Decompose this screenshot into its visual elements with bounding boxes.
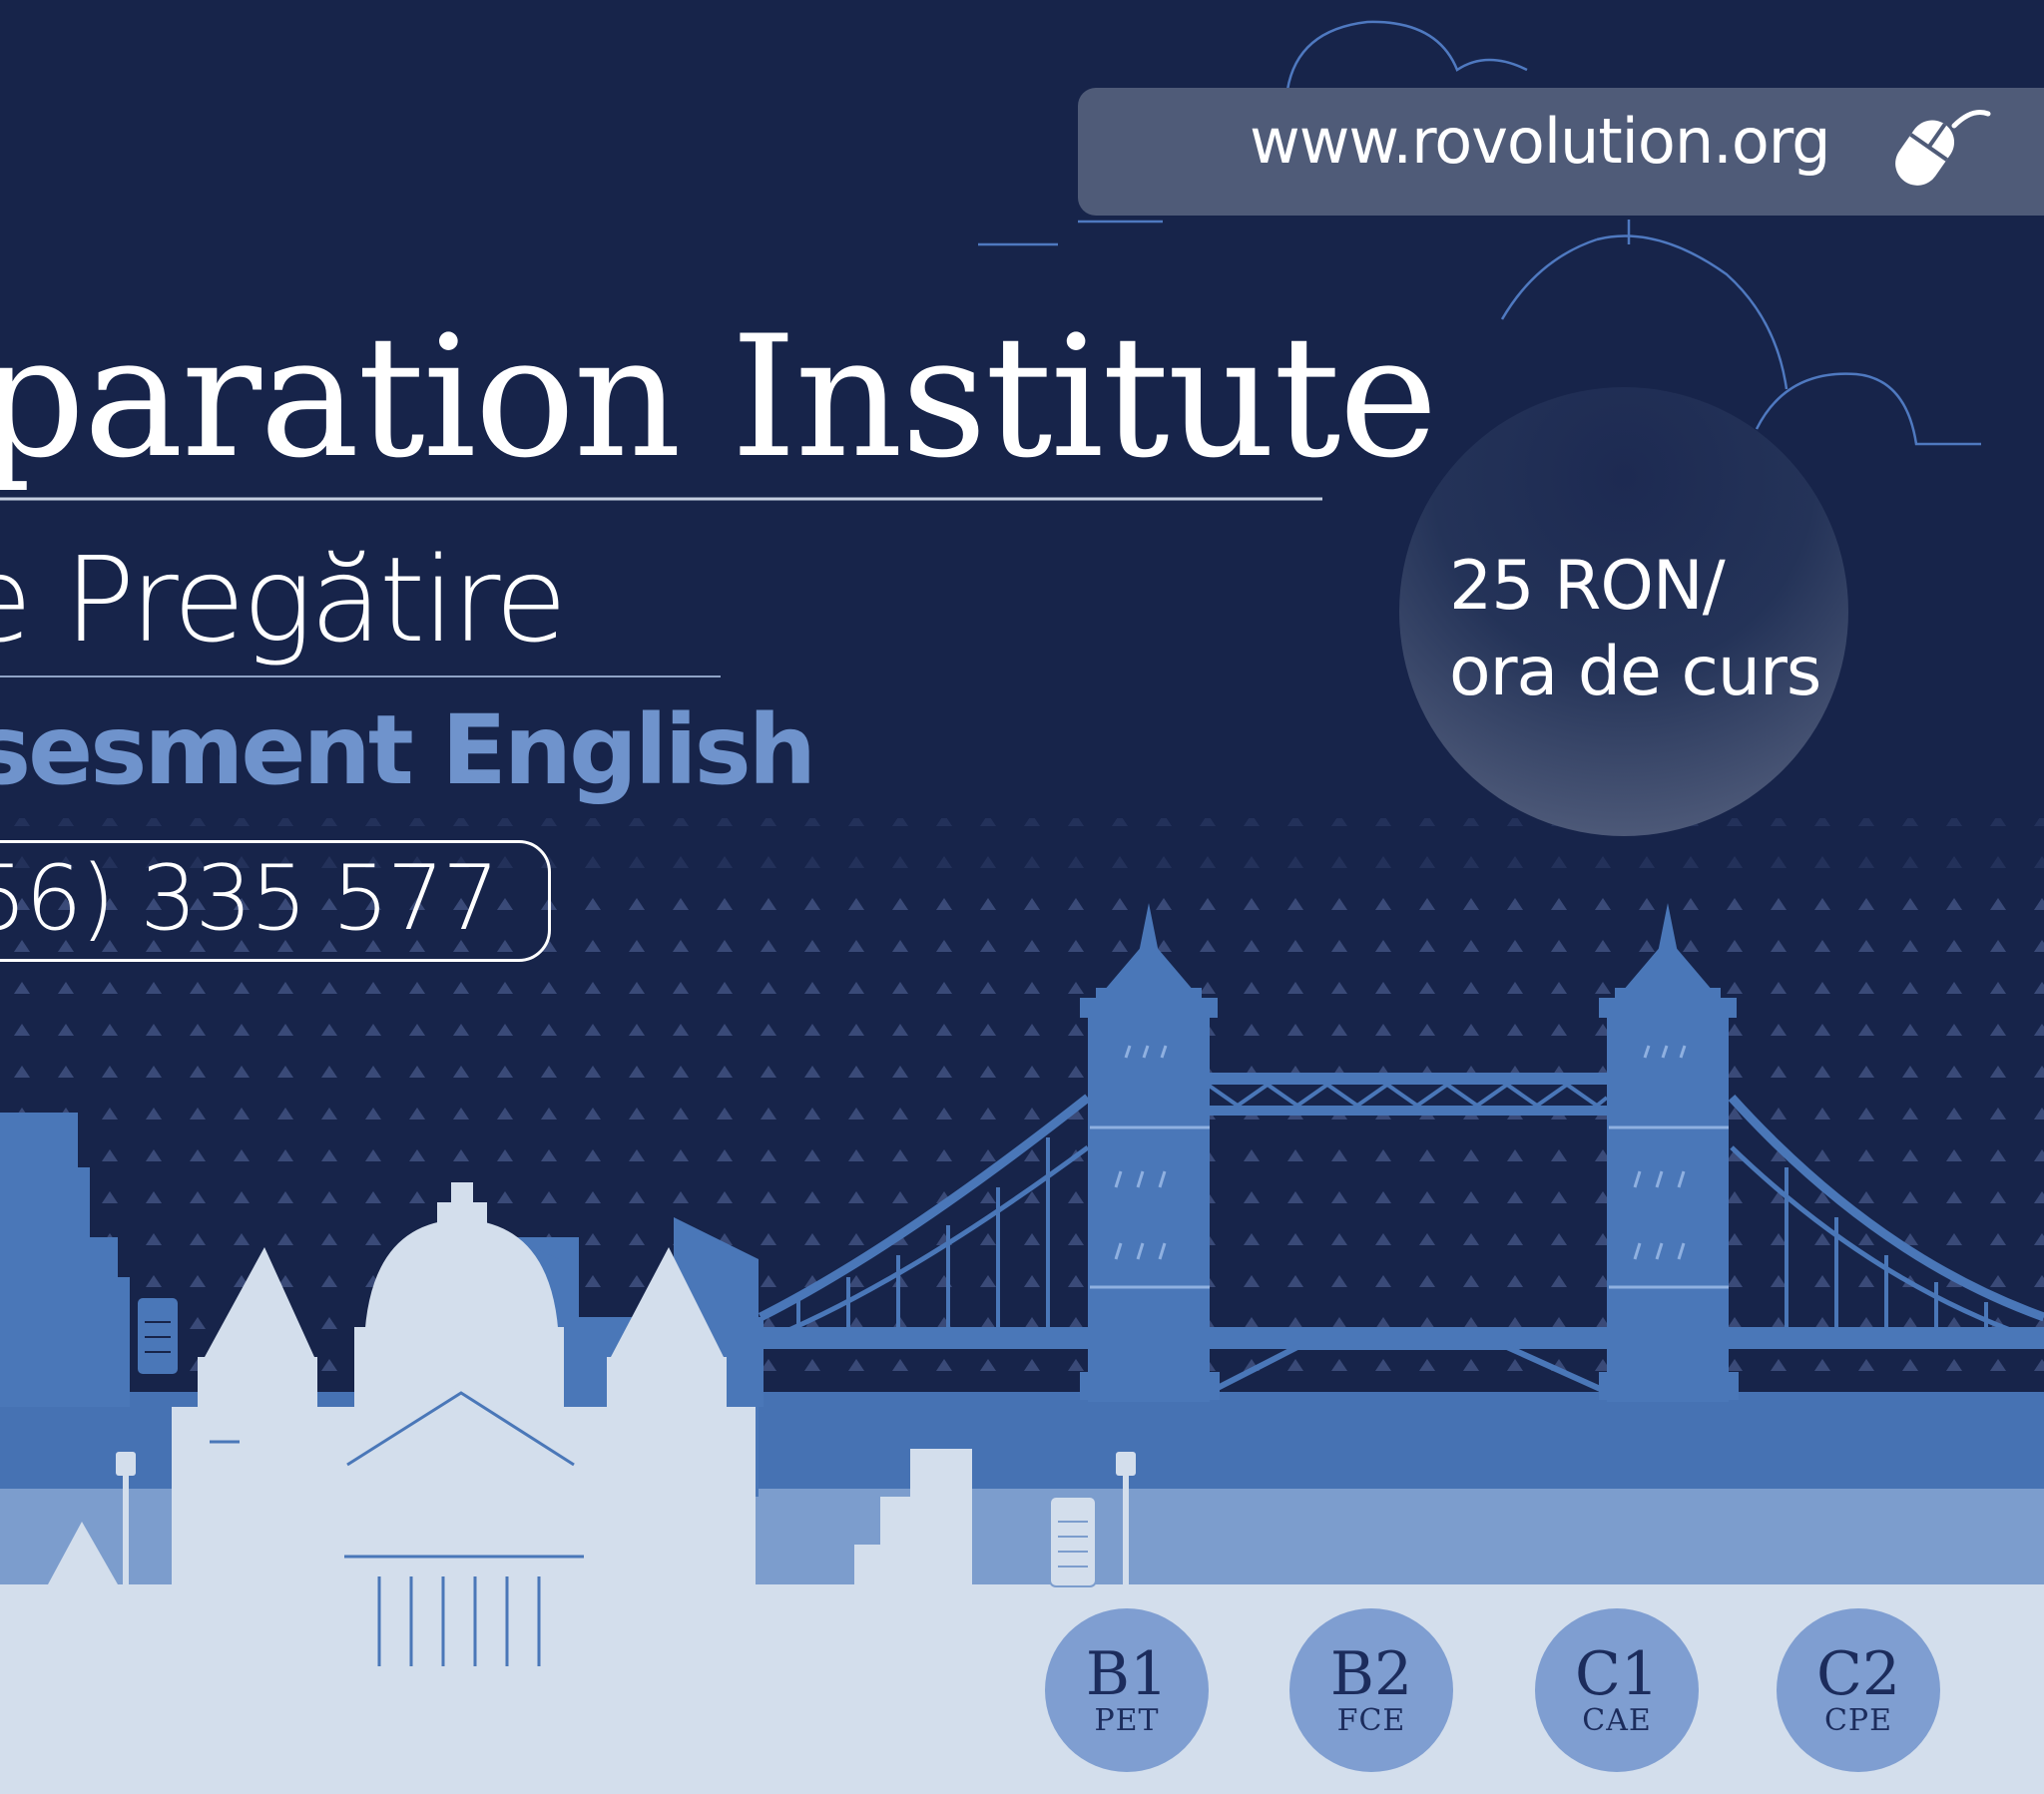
computer-mouse-icon	[1895, 110, 1991, 186]
website-link[interactable]: www.rovolution.org	[1250, 105, 1831, 178]
level-code: C2	[1815, 1639, 1901, 1709]
level-exam: CAE	[1582, 1703, 1652, 1738]
level-exam: PET	[1094, 1703, 1160, 1738]
level-code: B1	[1085, 1639, 1169, 1709]
page-title: paration Institute	[0, 299, 1438, 495]
level-badge-c1[interactable]: C1 CAE	[1535, 1608, 1699, 1772]
subtitle: e Pregătire	[0, 531, 567, 669]
level-code: C1	[1574, 1639, 1660, 1709]
level-badge-b2[interactable]: B2 FCE	[1289, 1608, 1453, 1772]
level-exam: CPE	[1823, 1703, 1893, 1738]
level-exam: FCE	[1336, 1703, 1406, 1738]
level-badge-c2[interactable]: C2 CPE	[1777, 1608, 1940, 1772]
price-unit: ora de curs	[1449, 633, 1821, 711]
phone-booth-left	[136, 1296, 180, 1376]
level-code: B2	[1329, 1639, 1413, 1709]
tagline: sesment English	[0, 694, 816, 806]
phone-number[interactable]: 56) 335 577	[0, 846, 499, 951]
level-badge-b1[interactable]: B1 PET	[1045, 1608, 1209, 1772]
price-amount: 25 RON/	[1449, 547, 1726, 626]
phone-booth-right	[1049, 1496, 1097, 1587]
ground	[0, 1584, 2044, 1794]
